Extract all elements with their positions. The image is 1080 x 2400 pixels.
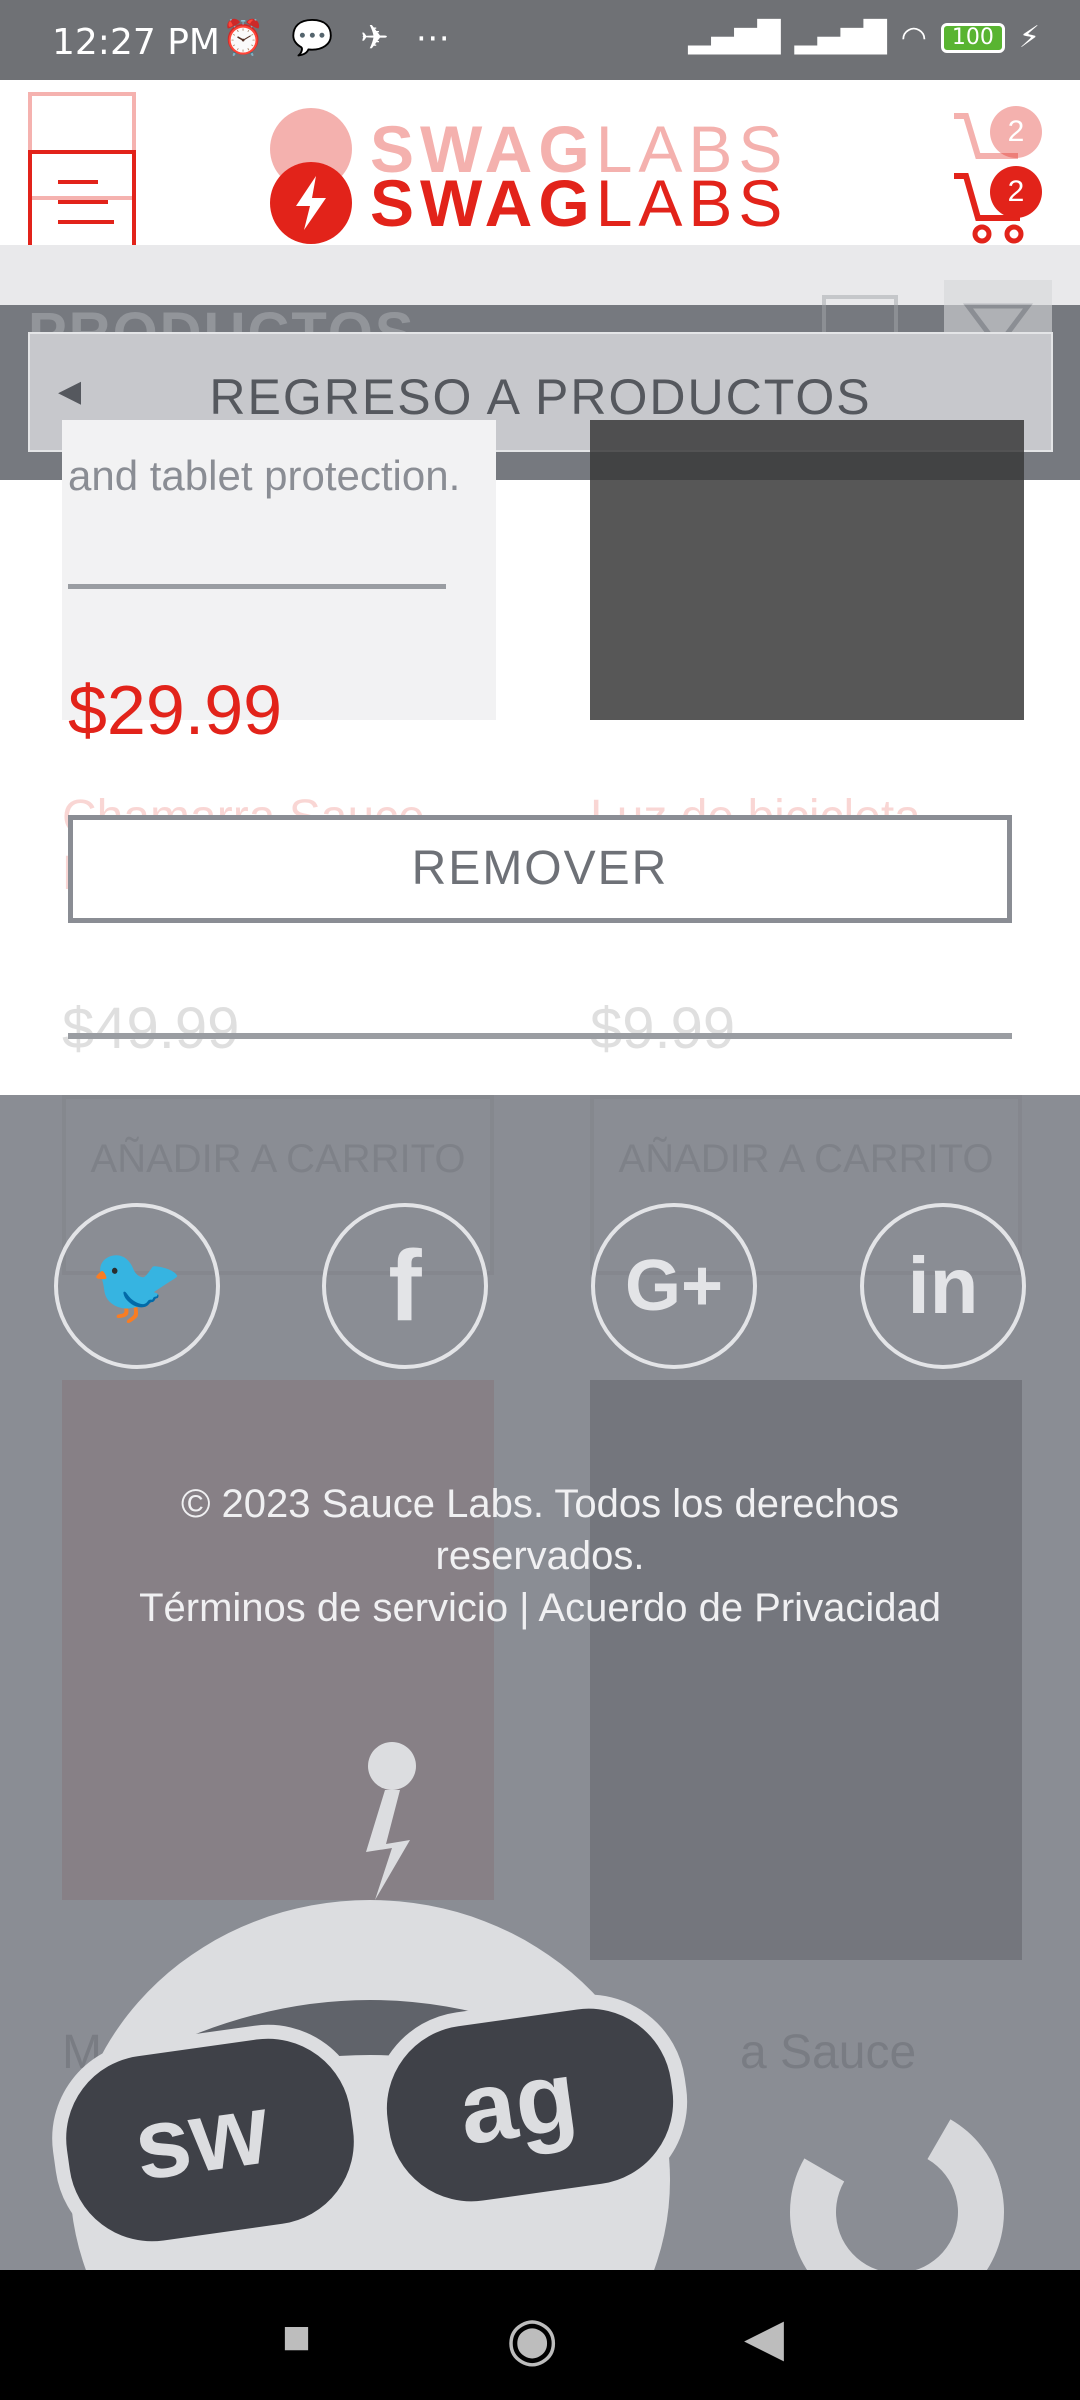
swag-mascot-image: sw ag: [40, 1740, 780, 2270]
copyright-text: © 2023 Sauce Labs. Todos los derechos re…: [180, 1482, 900, 1578]
menu-icon-line: [58, 220, 114, 224]
product-detail-panel: and tablet protection. $29.99 Chamarra S…: [0, 420, 1080, 1095]
app-header: SWAGLABS SWAGLABS 2 2: [0, 80, 1080, 258]
product-price: $29.99: [68, 671, 283, 749]
bg-product-price: $9.99: [590, 996, 736, 1061]
home-button[interactable]: ◉: [506, 2304, 558, 2374]
back-to-products-label: REGRESO A PRODUCTOS: [209, 369, 872, 425]
menu-icon-line: [58, 180, 98, 184]
status-bar: 12:27 PM ⏰ 💬 ✈ ⋯ ▂▄▆█ ▂▄▆█ ◠ 100 ⚡: [0, 0, 1080, 80]
subheader-strip: [0, 245, 1080, 305]
description-fragment: and tablet protection.: [68, 452, 461, 499]
cart-badge: 2: [990, 166, 1042, 218]
logo-bolt-icon: [270, 162, 352, 244]
back-button[interactable]: ◀: [744, 2308, 784, 2368]
footer-links[interactable]: Términos de servicio | Acuerdo de Privac…: [0, 1582, 1080, 1634]
charging-icon: ⚡: [1018, 20, 1040, 55]
signal-icon: ▂▄▆█: [688, 20, 781, 55]
remove-button[interactable]: REMOVER: [68, 815, 1012, 923]
status-right-icons: ▂▄▆█ ▂▄▆█ ◠ 100 ⚡: [688, 20, 1040, 55]
battery-icon: 100: [940, 22, 1005, 53]
mascot-label: ag: [452, 2039, 583, 2166]
recents-button[interactable]: ■: [282, 2310, 311, 2365]
notification-icons: ⏰ 💬 ✈ ⋯: [222, 18, 458, 58]
menu-button[interactable]: [28, 150, 136, 258]
google-plus-icon[interactable]: G+: [591, 1203, 757, 1369]
product-image-bg-dark: [590, 420, 1024, 720]
wifi-icon: ◠: [900, 20, 927, 55]
bg-product-price: $49.99: [62, 996, 240, 1061]
menu-icon-line: [58, 200, 108, 204]
linkedin-icon[interactable]: in: [860, 1203, 1026, 1369]
system-nav-bar: ■ ◉ ◀: [0, 2270, 1080, 2400]
status-time: 12:27 PM: [52, 22, 220, 63]
logo: SWAGLABS: [270, 162, 788, 244]
divider: [68, 584, 446, 589]
signal-icon-2: ▂▄▆█: [794, 20, 887, 55]
divider: [68, 1033, 1012, 1039]
twitter-icon[interactable]: 🐦: [54, 1203, 220, 1369]
cart-badge-ghost: 2: [990, 106, 1042, 158]
mascot-label: sw: [127, 2072, 275, 2202]
facebook-icon[interactable]: f: [322, 1203, 488, 1369]
